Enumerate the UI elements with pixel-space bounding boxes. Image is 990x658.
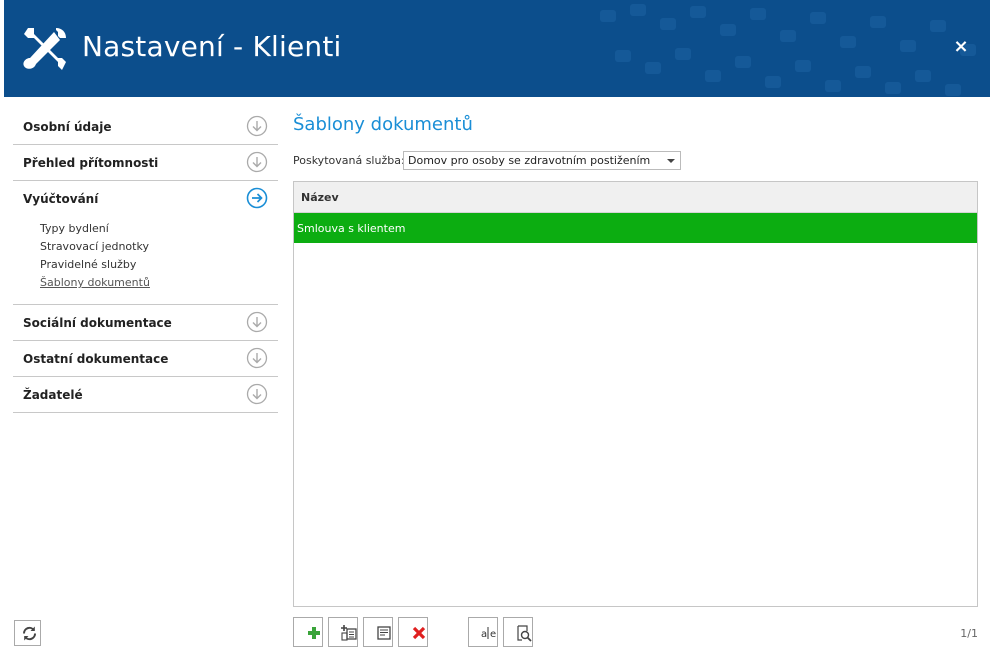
sidebar-subitem-sablony-dokumentu[interactable]: Šablony dokumentů	[40, 274, 278, 292]
pager-info: 1/1	[960, 627, 978, 640]
edit-button[interactable]	[363, 617, 393, 647]
arrow-down-circle-icon[interactable]	[246, 383, 268, 405]
svg-text:a: a	[481, 629, 487, 640]
close-icon[interactable]: ×	[952, 38, 970, 56]
sidebar-subitems: Typy bydlení Stravovací jednotky Pravide…	[13, 216, 278, 304]
sidebar-subitem-pravidelne-sluzby[interactable]: Pravidelné služby	[40, 256, 278, 274]
grid-header[interactable]: Název	[294, 182, 977, 213]
add-copy-button[interactable]	[328, 617, 358, 647]
grid-toolbar: a e 1/1	[293, 617, 978, 647]
refresh-button[interactable]	[14, 620, 41, 646]
delete-icon	[412, 626, 426, 640]
preview-icon	[517, 625, 532, 642]
arrow-down-circle-icon[interactable]	[246, 311, 268, 333]
templates-grid: Název Smlouva s klientem	[293, 181, 978, 607]
sidebar-item-socialni-dokumentace[interactable]: Sociální dokumentace	[13, 305, 278, 340]
service-select[interactable]: Domov pro osoby se zdravotním postižením	[403, 151, 681, 170]
table-cell-name: Smlouva s klientem	[297, 222, 406, 235]
sidebar-subitem-stravovaci-jednotky[interactable]: Stravovací jednotky	[40, 238, 278, 256]
sidebar-item-label: Žadatelé	[23, 388, 83, 402]
sidebar-item-ostatni-dokumentace[interactable]: Ostatní dokumentace	[13, 341, 278, 376]
delete-button[interactable]	[398, 617, 428, 647]
sidebar-item-label: Vyúčtování	[23, 192, 99, 206]
refresh-icon	[22, 626, 37, 640]
sidebar-item-osobni-udaje[interactable]: Osobní údaje	[13, 109, 278, 144]
arrow-down-circle-icon[interactable]	[246, 151, 268, 173]
arrow-down-circle-icon[interactable]	[246, 347, 268, 369]
text-replace-icon: a e	[481, 627, 496, 640]
preview-button[interactable]	[503, 617, 533, 647]
arrow-right-circle-icon[interactable]	[246, 187, 268, 209]
add-button[interactable]	[293, 617, 323, 647]
sidebar-item-label: Osobní údaje	[23, 120, 112, 134]
arrow-down-circle-icon[interactable]	[246, 115, 268, 137]
header-pattern	[600, 4, 976, 96]
sidebar-subitem-typy-bydleni[interactable]: Typy bydlení	[40, 220, 278, 238]
svg-text:e: e	[490, 629, 496, 640]
sidebar-section-osobni-udaje: Osobní údaje	[13, 109, 278, 145]
sidebar: Osobní údaje Přehled přítomnosti Vyúčtov…	[13, 109, 278, 413]
service-select-value: Domov pro osoby se zdravotním postižením	[408, 154, 651, 167]
sidebar-item-label: Ostatní dokumentace	[23, 352, 169, 366]
text-replace-button[interactable]: a e	[468, 617, 498, 647]
title-bar: Nastavení - Klienti ×	[4, 0, 990, 97]
settings-window: Nastavení - Klienti × Osobní údaje Přehl…	[0, 0, 990, 658]
add-icon	[308, 627, 320, 639]
sidebar-item-label: Sociální dokumentace	[23, 316, 172, 330]
sidebar-section-zadatele: Žadatelé	[13, 377, 278, 413]
sidebar-section-socialni-dokumentace: Sociální dokumentace	[13, 305, 278, 341]
window-title: Nastavení - Klienti	[82, 30, 342, 63]
sidebar-section-ostatni-dokumentace: Ostatní dokumentace	[13, 341, 278, 377]
sidebar-item-zadatele[interactable]: Žadatelé	[13, 377, 278, 412]
column-header-nazev: Název	[301, 191, 339, 204]
sidebar-item-vyuctovani[interactable]: Vyúčtování	[13, 181, 278, 216]
sidebar-item-label: Přehled přítomnosti	[23, 156, 159, 170]
sidebar-item-prehled-pritomnosti[interactable]: Přehled přítomnosti	[13, 145, 278, 180]
sidebar-section-prehled-pritomnosti: Přehled přítomnosti	[13, 145, 278, 181]
table-row[interactable]: Smlouva s klientem	[294, 213, 977, 243]
tools-icon	[23, 28, 66, 70]
sidebar-section-vyuctovani: Vyúčtování Typy bydlení Stravovací jedno…	[13, 181, 278, 305]
edit-icon	[377, 626, 391, 640]
add-copy-icon	[341, 625, 357, 641]
chevron-down-icon	[667, 159, 675, 163]
service-label: Poskytovaná služba:	[293, 154, 405, 167]
page-title: Šablony dokumentů	[293, 114, 473, 135]
